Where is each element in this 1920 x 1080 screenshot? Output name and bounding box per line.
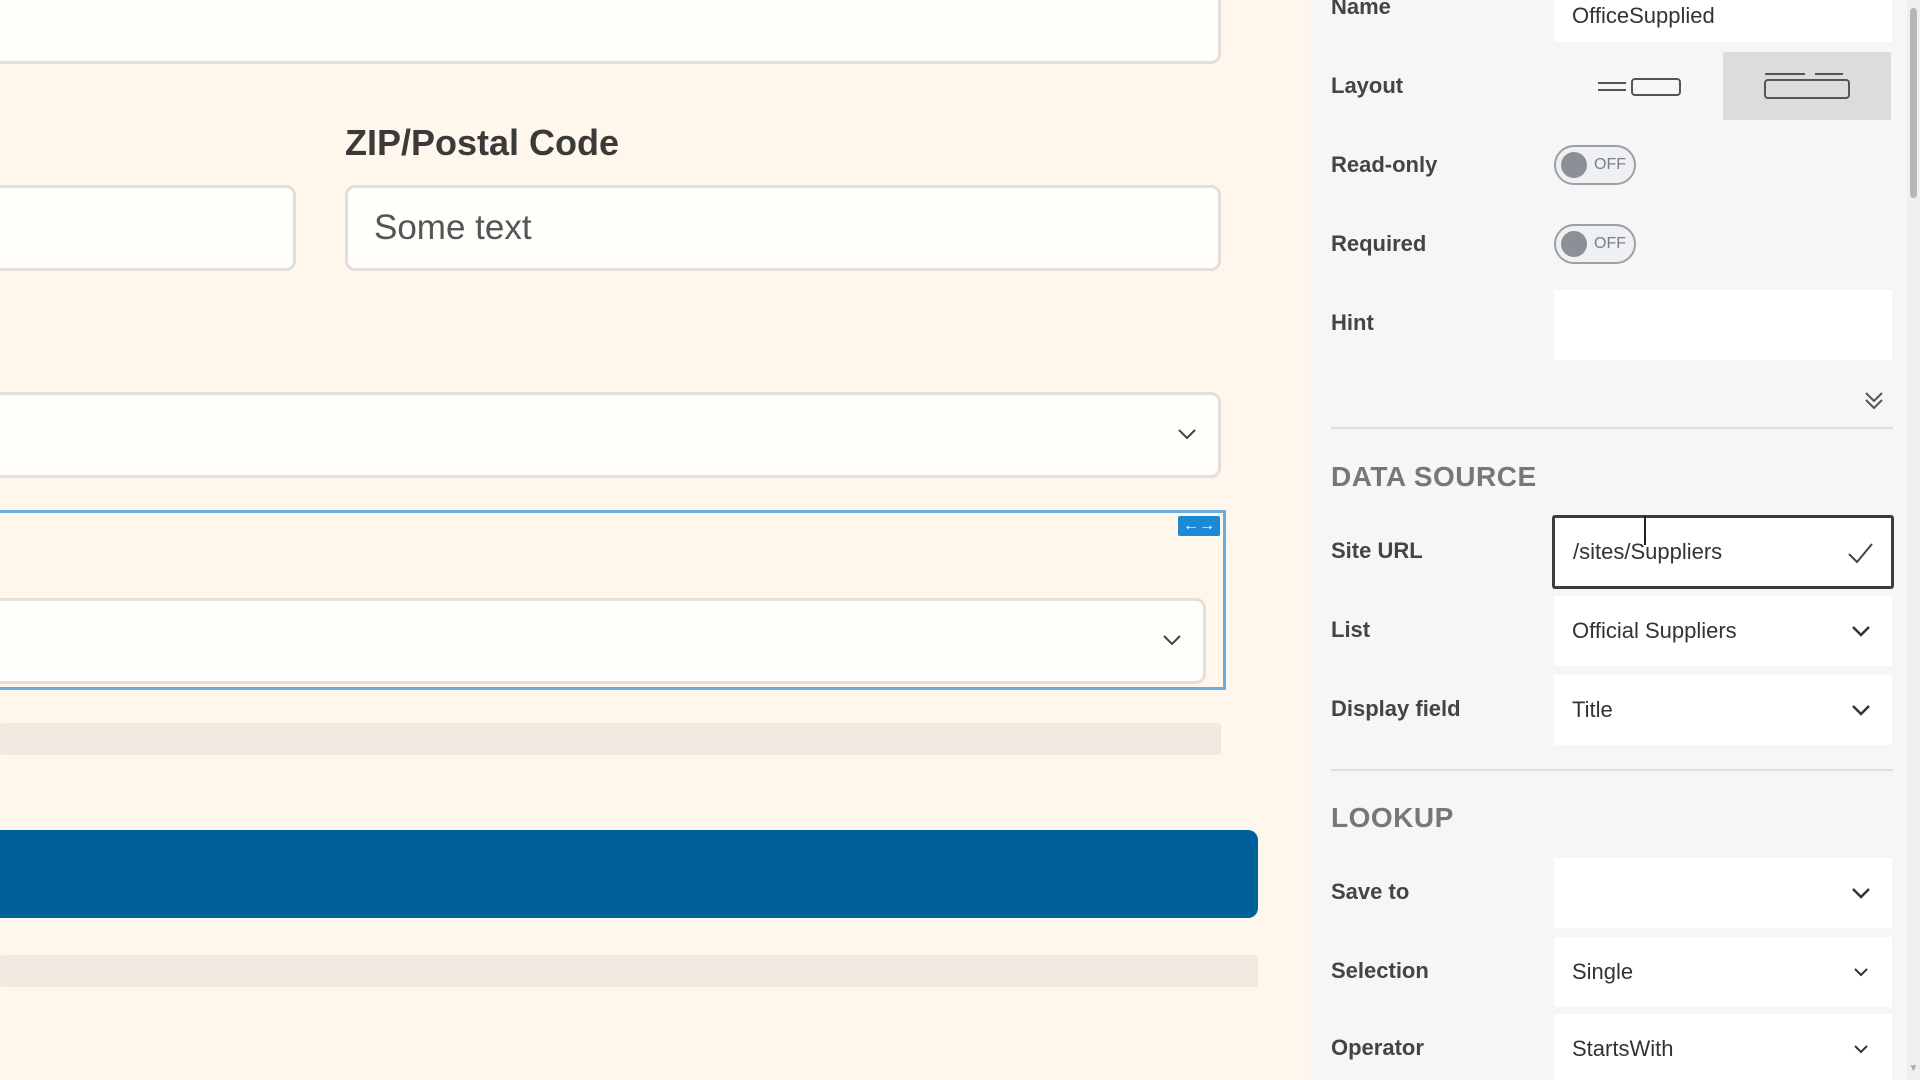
checkmark-icon[interactable]	[1845, 538, 1875, 568]
list-value: Official Suppliers	[1572, 618, 1737, 643]
layout-stacked-icon	[1764, 73, 1850, 99]
resize-handle[interactable]: ←→	[1178, 516, 1220, 536]
chevron-down-icon	[1850, 699, 1872, 721]
hint-field[interactable]	[1554, 290, 1892, 360]
zip-label: ZIP/Postal Code	[345, 122, 620, 163]
properties-panel: Name OfficeSupplied Layout Read-only OFF…	[1310, 0, 1920, 1080]
placeholder-bar	[0, 723, 1221, 755]
list-label: List	[1331, 617, 1371, 642]
layout-label: Layout	[1331, 73, 1404, 98]
toggle-state: OFF	[1594, 156, 1626, 173]
list-dropdown[interactable]: Official Suppliers	[1554, 596, 1892, 666]
selection-value: Single	[1572, 959, 1634, 984]
operator-label: Operator	[1331, 1035, 1424, 1060]
selected-lookup-control[interactable]: ←→	[0, 510, 1226, 690]
collapse-chevrons-icon[interactable]	[1861, 387, 1887, 413]
site-url-value: /sites/Suppliers	[1573, 539, 1723, 564]
readonly-toggle[interactable]: OFF	[1554, 145, 1636, 185]
operator-dropdown[interactable]: StartsWith	[1554, 1014, 1892, 1080]
lookup-heading: LOOKUP	[1331, 802, 1454, 833]
chevron-down-icon	[1161, 629, 1183, 651]
hint-label: Hint	[1331, 310, 1374, 335]
scroll-down-arrow-icon[interactable]: ▼	[1908, 1063, 1919, 1074]
name-field[interactable]: OfficeSupplied	[1554, 0, 1892, 42]
display-field-dropdown[interactable]: Title	[1554, 675, 1892, 745]
chevron-down-icon	[1850, 620, 1872, 642]
display-field-label: Display field	[1331, 696, 1461, 721]
chevron-down-icon	[1850, 1038, 1872, 1060]
chevron-down-icon	[1176, 423, 1198, 445]
lookup-dropdown[interactable]	[0, 598, 1206, 684]
selection-label: Selection	[1331, 958, 1429, 983]
toggle-knob	[1561, 152, 1587, 178]
save-to-label: Save to	[1331, 879, 1410, 904]
name-label: Name	[1331, 0, 1391, 19]
submit-button[interactable]	[0, 830, 1258, 918]
required-toggle[interactable]: OFF	[1554, 224, 1636, 264]
selection-dropdown[interactable]: Single	[1554, 937, 1892, 1007]
site-url-input[interactable]: /sites/Suppliers	[1552, 515, 1894, 589]
operator-value: StartsWith	[1572, 1036, 1674, 1061]
panel-scrollbar[interactable]: ▼	[1907, 0, 1920, 1080]
data-source-heading: DATA SOURCE	[1331, 461, 1537, 492]
section-divider	[1331, 427, 1893, 429]
text-input-top[interactable]	[0, 0, 1221, 64]
chevron-down-icon	[1850, 882, 1872, 904]
chevron-down-icon	[1850, 961, 1872, 983]
save-to-dropdown[interactable]	[1554, 858, 1892, 928]
zip-input[interactable]: Some text	[345, 185, 1221, 271]
toggle-state: OFF	[1594, 235, 1626, 252]
site-url-label: Site URL	[1331, 538, 1423, 563]
form-canvas: ZIP/Postal Code Some text ←→	[0, 0, 1310, 1080]
text-cursor-icon	[1644, 515, 1646, 545]
readonly-label: Read-only	[1331, 152, 1438, 177]
scrollbar-thumb[interactable]	[1910, 8, 1917, 198]
text-input-left[interactable]	[0, 185, 296, 271]
placeholder-bar	[0, 955, 1258, 987]
dropdown-field[interactable]	[0, 392, 1221, 478]
toggle-knob	[1561, 231, 1587, 257]
section-divider	[1331, 769, 1893, 771]
display-field-value: Title	[1572, 697, 1613, 722]
required-label: Required	[1331, 231, 1427, 256]
layout-option-stacked[interactable]	[1723, 52, 1891, 120]
